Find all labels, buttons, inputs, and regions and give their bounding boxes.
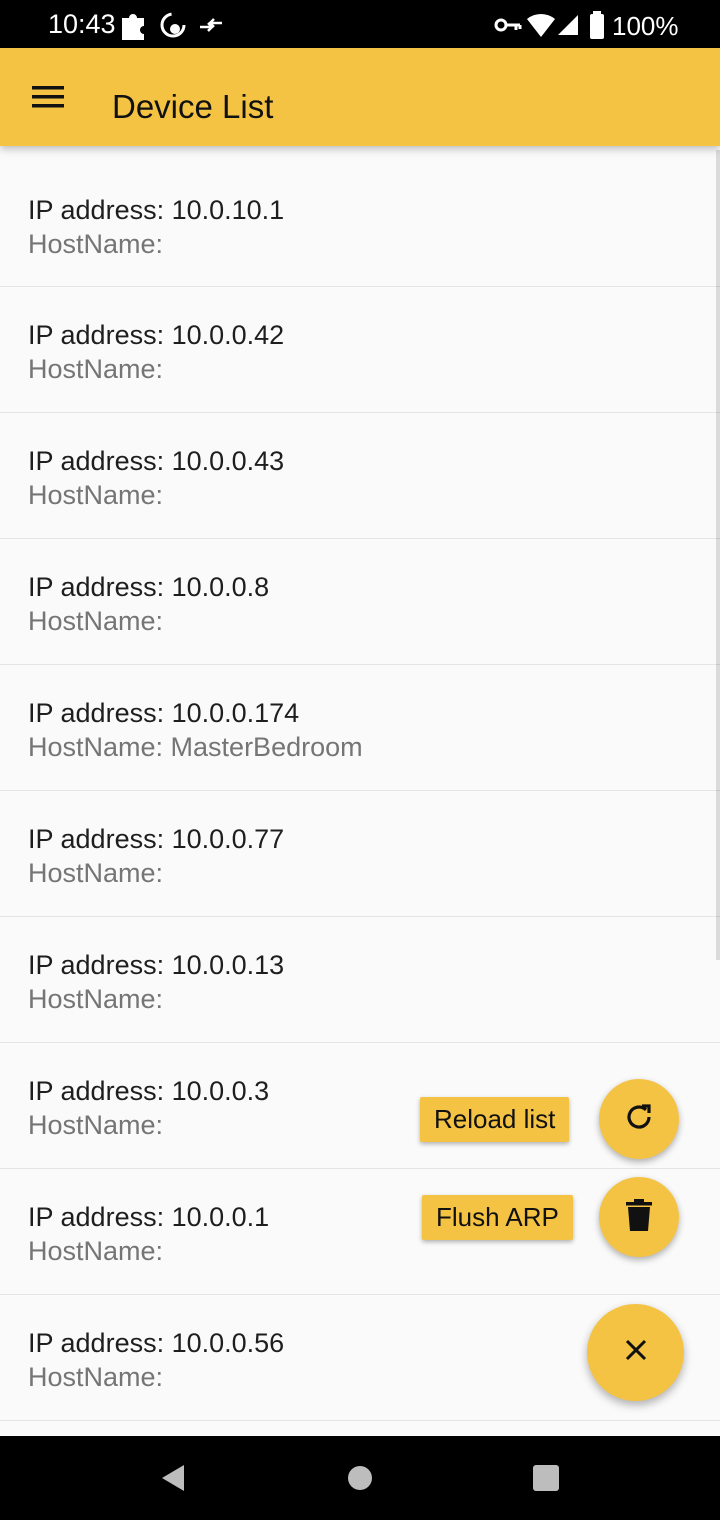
- data-arrows-icon: [198, 10, 224, 40]
- list-item[interactable]: IP address: 10.0.0.13 HostName:: [0, 917, 720, 1043]
- puzzle-icon: [119, 10, 149, 40]
- ip-address-text: IP address: 10.0.10.1: [28, 195, 285, 225]
- close-icon: [625, 1339, 647, 1366]
- refresh-icon: [622, 1100, 656, 1139]
- reload-list-button[interactable]: [599, 1079, 679, 1159]
- ip-address-text: IP address: 10.0.0.43: [28, 446, 285, 476]
- hostname-text: HostName:: [28, 1362, 164, 1392]
- cellular-signal-icon: [556, 10, 580, 40]
- hostname-text: HostName:: [28, 858, 164, 888]
- battery-icon: [588, 10, 606, 40]
- flush-arp-button[interactable]: [599, 1177, 679, 1257]
- page-title: Device List: [112, 88, 274, 125]
- close-fab-button[interactable]: [587, 1304, 684, 1401]
- trash-icon: [626, 1198, 652, 1236]
- hostname-text: HostName:: [28, 606, 164, 636]
- recents-icon[interactable]: [526, 1458, 566, 1498]
- ip-address-text: IP address: 10.0.0.42: [28, 320, 285, 350]
- list-item[interactable]: IP address: 10.0.0.42 HostName:: [0, 287, 720, 413]
- hamburger-menu-icon[interactable]: [22, 75, 74, 119]
- ip-address-text: IP address: 10.0.0.1: [28, 1202, 270, 1232]
- hostname-text: HostName:: [28, 984, 164, 1014]
- ip-address-text: IP address: 10.0.0.3: [28, 1076, 270, 1106]
- flush-arp-label[interactable]: Flush ARP: [422, 1195, 573, 1240]
- hostname-text: HostName:: [28, 1110, 164, 1140]
- reload-list-label[interactable]: Reload list: [420, 1097, 570, 1142]
- ip-address-text: IP address: 10.0.0.77: [28, 824, 285, 854]
- ip-address-text: IP address: 10.0.0.13: [28, 950, 285, 980]
- scrollbar[interactable]: [716, 150, 720, 960]
- list-item[interactable]: IP address: 10.0.0.43 HostName:: [0, 413, 720, 539]
- home-icon[interactable]: [340, 1458, 380, 1498]
- status-time: 10:43: [48, 9, 116, 39]
- sync-icon: [158, 10, 188, 40]
- wifi-icon: [526, 10, 556, 40]
- list-item[interactable]: IP address: 10.0.0.77 HostName:: [0, 791, 720, 917]
- list-item[interactable]: IP address: 10.0.0.8 HostName:: [0, 539, 720, 665]
- ip-address-text: IP address: 10.0.0.56: [28, 1328, 285, 1358]
- vpn-key-icon: [494, 10, 522, 40]
- hostname-text: HostName:: [28, 354, 164, 384]
- list-item[interactable]: IP address: 10.0.10.1 HostName:: [0, 146, 720, 287]
- ip-address-text: IP address: 10.0.0.174: [28, 698, 300, 728]
- hostname-text: HostName:: [28, 229, 164, 259]
- ip-address-text: IP address: 10.0.0.8: [28, 572, 270, 602]
- back-icon[interactable]: [152, 1458, 192, 1498]
- navigation-bar: [0, 1436, 720, 1520]
- hostname-text: HostName: MasterBedroom: [28, 732, 363, 762]
- battery-percentage: 100%: [612, 11, 679, 41]
- status-bar: 10:43 100%: [0, 0, 720, 48]
- hostname-text: HostName:: [28, 480, 164, 510]
- hostname-text: HostName:: [28, 1236, 164, 1266]
- app-bar: Device List: [0, 48, 720, 146]
- list-item[interactable]: IP address: 10.0.0.174 HostName: MasterB…: [0, 665, 720, 791]
